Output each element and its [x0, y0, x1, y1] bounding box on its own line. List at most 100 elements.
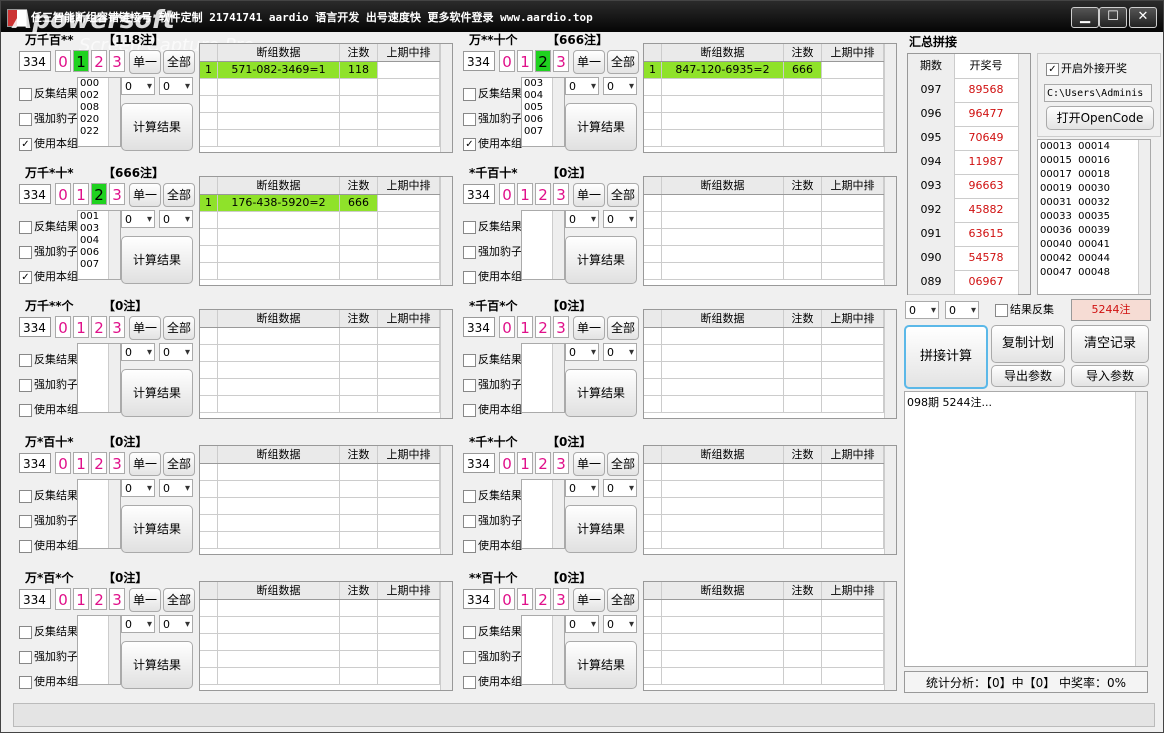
list-item[interactable]: 00047 00048	[1038, 266, 1150, 280]
mini-list-scrollbar[interactable]	[552, 344, 564, 412]
select-a[interactable]: 0	[121, 343, 155, 362]
number-input[interactable]: 334	[463, 453, 495, 473]
all-button[interactable]: 全部	[607, 50, 639, 74]
digit-0-button[interactable]: 0	[499, 588, 515, 610]
table-row[interactable]: 1 847-120-6935=2 666	[644, 62, 884, 79]
table-row[interactable]	[200, 634, 440, 651]
digit-2-button[interactable]: 2	[535, 452, 551, 474]
data-grid[interactable]: 断组数据 注数 上期中排 1 176-438-5920=2 666	[199, 176, 453, 286]
single-button[interactable]: 单一	[573, 183, 605, 207]
all-button[interactable]: 全部	[163, 183, 195, 207]
mini-list[interactable]: 000 002 008 020 022	[77, 77, 121, 147]
data-grid[interactable]: 断组数据 注数 上期中排 1 847-120-6935=2 666	[643, 43, 897, 153]
mini-list[interactable]: 001 003 004 006 007	[77, 210, 121, 280]
table-row[interactable]	[644, 532, 884, 549]
list-item[interactable]: 00040 00041	[1038, 238, 1150, 252]
table-row[interactable]	[644, 212, 884, 229]
combine-calc-button[interactable]: 拼接计算	[904, 325, 988, 389]
digit-0-button[interactable]: 0	[55, 316, 71, 338]
list-item[interactable]: 00017 00018	[1038, 168, 1150, 182]
select-a[interactable]: 0	[565, 343, 599, 362]
history-row[interactable]: 096 96477	[908, 102, 1018, 127]
digit-3-button[interactable]: 3	[109, 588, 125, 610]
calc-result-button[interactable]: 计算结果	[565, 369, 637, 417]
single-button[interactable]: 单一	[129, 452, 161, 476]
select-a[interactable]: 0	[565, 77, 599, 96]
table-row[interactable]	[200, 263, 440, 280]
digit-1-button[interactable]: 1	[73, 452, 89, 474]
table-row[interactable]	[200, 379, 440, 396]
digit-3-button[interactable]: 3	[553, 452, 569, 474]
all-button[interactable]: 全部	[163, 452, 195, 476]
grid-scrollbar[interactable]	[884, 446, 896, 554]
table-row[interactable]	[644, 345, 884, 362]
mini-list[interactable]	[521, 210, 565, 280]
table-row[interactable]: 1 176-438-5920=2 666	[200, 195, 440, 212]
data-grid[interactable]: 断组数据 注数 上期中排	[643, 309, 897, 419]
digit-2-button[interactable]: 2	[535, 50, 551, 72]
table-row[interactable]: 1 571-082-3469=1 118	[200, 62, 440, 79]
table-row[interactable]	[644, 498, 884, 515]
mini-list-scrollbar[interactable]	[552, 480, 564, 548]
grid-scrollbar[interactable]	[884, 582, 896, 690]
table-row[interactable]	[200, 113, 440, 130]
summary-select-b[interactable]: 0	[945, 301, 979, 320]
table-row[interactable]	[644, 634, 884, 651]
table-row[interactable]	[200, 345, 440, 362]
table-row[interactable]	[644, 79, 884, 96]
grid-scrollbar[interactable]	[440, 446, 452, 554]
mini-list[interactable]: 003 004 005 006 007	[521, 77, 565, 147]
history-row[interactable]: 093 96663	[908, 174, 1018, 199]
digit-1-button[interactable]: 1	[73, 588, 89, 610]
table-row[interactable]	[644, 464, 884, 481]
data-grid[interactable]: 断组数据 注数 上期中排	[643, 176, 897, 286]
clear-records-button[interactable]: 清空记录	[1071, 325, 1149, 363]
table-row[interactable]	[644, 130, 884, 147]
all-button[interactable]: 全部	[607, 588, 639, 612]
digit-1-button[interactable]: 1	[73, 50, 89, 72]
digit-3-button[interactable]: 3	[553, 316, 569, 338]
table-row[interactable]	[644, 396, 884, 413]
number-input[interactable]: 334	[463, 184, 495, 204]
number-input[interactable]: 334	[19, 589, 51, 609]
digit-1-button[interactable]: 1	[73, 183, 89, 205]
digit-3-button[interactable]: 3	[109, 50, 125, 72]
table-row[interactable]	[200, 328, 440, 345]
import-params-button[interactable]: 导入参数	[1071, 365, 1149, 387]
table-row[interactable]	[200, 668, 440, 685]
select-b[interactable]: 0	[603, 615, 637, 634]
list-item[interactable]: 00036 00039	[1038, 224, 1150, 238]
calc-result-button[interactable]: 计算结果	[565, 103, 637, 151]
data-grid[interactable]: 断组数据 注数 上期中排	[199, 581, 453, 691]
table-row[interactable]	[200, 498, 440, 515]
mini-list-scrollbar[interactable]	[108, 344, 120, 412]
log-scrollbar[interactable]	[1135, 392, 1147, 666]
digit-1-button[interactable]: 1	[517, 50, 533, 72]
history-row[interactable]: 092 45882	[908, 198, 1018, 223]
table-row[interactable]	[644, 362, 884, 379]
digit-0-button[interactable]: 0	[499, 183, 515, 205]
select-a[interactable]: 0	[121, 77, 155, 96]
table-row[interactable]	[644, 195, 884, 212]
digit-2-button[interactable]: 2	[91, 183, 107, 205]
table-row[interactable]	[200, 229, 440, 246]
table-row[interactable]	[644, 328, 884, 345]
digit-2-button[interactable]: 2	[535, 588, 551, 610]
minimize-button[interactable]: ▁	[1071, 7, 1099, 28]
digit-3-button[interactable]: 3	[553, 50, 569, 72]
all-button[interactable]: 全部	[163, 316, 195, 340]
digit-1-button[interactable]: 1	[517, 183, 533, 205]
number-input[interactable]: 334	[19, 51, 51, 71]
history-scrollbar[interactable]	[1018, 54, 1030, 294]
select-b[interactable]: 0	[159, 479, 193, 498]
mini-list-scrollbar[interactable]	[552, 78, 564, 146]
select-a[interactable]: 0	[565, 615, 599, 634]
path-input[interactable]: C:\Users\Adminis	[1044, 84, 1152, 102]
digit-1-button[interactable]: 1	[517, 452, 533, 474]
list-item[interactable]: 00013 00014	[1038, 140, 1150, 154]
table-row[interactable]	[644, 617, 884, 634]
digit-3-button[interactable]: 3	[109, 316, 125, 338]
maximize-button[interactable]: ☐	[1099, 7, 1127, 28]
table-row[interactable]	[200, 600, 440, 617]
select-a[interactable]: 0	[121, 615, 155, 634]
